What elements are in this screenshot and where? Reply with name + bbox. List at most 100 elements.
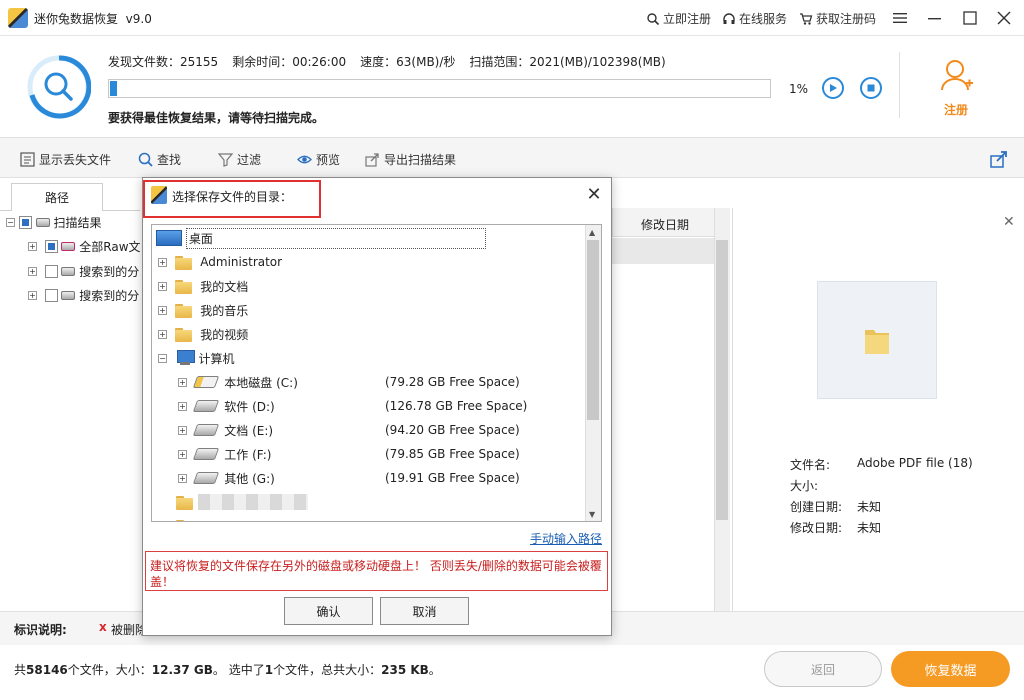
expand-icon[interactable]: +	[28, 241, 37, 251]
menu-icon	[893, 13, 907, 23]
hard-drive-icon	[192, 472, 219, 484]
cancel-button[interactable]: 取消	[380, 597, 469, 625]
meta-created-label: 创建日期:	[790, 500, 843, 514]
hard-drive-icon	[192, 448, 219, 460]
register-label[interactable]: 注册	[944, 101, 968, 118]
tree-checkbox[interactable]	[44, 239, 58, 253]
collapse-icon[interactable]: −	[6, 217, 15, 227]
user-add-icon[interactable]	[940, 58, 974, 92]
search-button[interactable]: 查找	[138, 151, 181, 168]
close-icon	[997, 11, 1011, 25]
app-logo-icon	[8, 8, 28, 28]
tree-item-partition-2[interactable]: + 搜索到的分	[28, 284, 139, 306]
time-left: 剩余时间：00:26:00	[232, 55, 347, 69]
collapse-icon[interactable]: −	[158, 353, 167, 363]
music-folder-icon	[174, 302, 193, 318]
tree-item-scan-results[interactable]: − 扫描结果	[6, 211, 102, 233]
cart-icon	[800, 12, 813, 25]
tree-item-my-documents[interactable]: + 我的文档	[158, 275, 248, 297]
register-link[interactable]: 立即注册	[646, 10, 711, 27]
online-service-link[interactable]: 在线服务	[722, 10, 787, 27]
preview-button[interactable]: 预览	[297, 151, 340, 168]
expand-icon[interactable]: +	[28, 266, 37, 276]
expand-icon[interactable]: +	[178, 401, 187, 411]
tree-item-my-videos[interactable]: + 我的视频	[158, 323, 248, 345]
column-modified-date[interactable]: 修改日期	[641, 216, 689, 233]
header-divider	[899, 52, 900, 118]
files-found: 发现文件数：25155	[108, 55, 219, 69]
get-code-link[interactable]: 获取注册码	[799, 10, 876, 27]
recover-data-button[interactable]: 恢复数据	[891, 651, 1010, 687]
share-icon[interactable]	[990, 150, 1008, 168]
app-version: v9.0	[125, 12, 152, 26]
tab-path[interactable]: 路径	[11, 183, 103, 211]
scan-range: 扫描范围：2021(MB)/102398(MB)	[469, 55, 666, 69]
resume-button[interactable]	[822, 77, 844, 99]
show-lost-files-button[interactable]: 显示丢失文件	[20, 151, 111, 168]
manual-path-link[interactable]: 手动输入路径	[530, 530, 602, 547]
search-icon	[138, 152, 153, 167]
user-folder-icon	[174, 254, 193, 270]
preview-panel	[732, 208, 1024, 611]
minimize-button[interactable]	[922, 6, 948, 30]
filter-button[interactable]: 过滤	[218, 151, 261, 168]
folder-tree-scroll-thumb[interactable]	[587, 240, 599, 420]
blurred-folder-name	[197, 494, 308, 510]
expand-icon[interactable]: +	[158, 257, 167, 267]
tree-item-administrator[interactable]: + Administrator	[158, 251, 282, 273]
drive-icon	[61, 266, 76, 276]
expand-icon[interactable]: +	[178, 473, 187, 483]
maximize-button[interactable]	[957, 6, 983, 30]
tree-item-drive-d[interactable]: + 软件 (D:) (126.78 GB Free Space)	[178, 395, 598, 417]
scroll-down-icon[interactable]: ▼	[589, 510, 595, 519]
preview-close-icon[interactable]: ✕	[1003, 214, 1015, 230]
export-icon	[365, 153, 379, 167]
app-name: 迷你兔数据恢复	[34, 12, 119, 26]
expand-icon[interactable]: +	[178, 377, 187, 387]
list-icon	[20, 152, 35, 167]
export-results-button[interactable]: 导出扫描结果	[365, 151, 456, 168]
expand-icon[interactable]: +	[158, 281, 167, 291]
tree-item-computer[interactable]: − 计算机	[158, 347, 234, 369]
tree-checkbox[interactable]	[44, 264, 58, 278]
preview-thumbnail	[817, 281, 937, 399]
headset-icon	[723, 12, 735, 24]
drive-d-free-space: (126.78 GB Free Space)	[385, 399, 528, 413]
expand-icon[interactable]: +	[178, 449, 187, 459]
tree-item-drive-e[interactable]: + 文档 (E:) (94.20 GB Free Space)	[178, 419, 598, 441]
menu-button[interactable]	[887, 6, 913, 30]
tree-item-drive-f[interactable]: + 工作 (F:) (79.85 GB Free Space)	[178, 443, 598, 465]
meta-filename-label: 文件名:	[790, 458, 831, 472]
tree-item-obscured[interactable]	[176, 491, 308, 513]
tree-item-desktop[interactable]: 桌面	[156, 227, 486, 249]
scan-progress-bar	[108, 79, 771, 98]
expand-icon[interactable]: +	[28, 290, 37, 300]
hard-drive-icon	[192, 400, 219, 412]
folder-tree: 桌面 + Administrator + 我的文档 + 我的音乐 + 我的视频 …	[151, 224, 602, 522]
meta-filename: Adobe PDF file (18)	[857, 456, 973, 470]
expand-icon[interactable]: +	[158, 305, 167, 315]
meta-size-label: 大小:	[790, 479, 819, 493]
scan-tip: 要获得最佳恢复结果，请等待扫描完成。	[108, 111, 325, 125]
app-title: 迷你兔数据恢复 v9.0	[34, 10, 152, 27]
tree-checkbox[interactable]	[18, 215, 32, 229]
tree-checkbox[interactable]	[44, 288, 58, 302]
expand-icon[interactable]: +	[158, 329, 167, 339]
tree-item-partial[interactable]	[176, 515, 194, 521]
scroll-up-icon[interactable]: ▲	[589, 228, 595, 237]
expand-icon[interactable]: +	[178, 425, 187, 435]
scan-progress-fill	[110, 81, 117, 96]
tree-item-drive-g[interactable]: + 其他 (G:) (19.91 GB Free Space)	[178, 467, 598, 489]
confirm-button[interactable]: 确认	[284, 597, 373, 625]
tree-item-raw[interactable]: + 全部Raw文	[28, 235, 141, 257]
stop-button[interactable]	[860, 77, 882, 99]
tree-item-partition-1[interactable]: + 搜索到的分	[28, 260, 139, 282]
dialog-close-icon[interactable]: ✕	[584, 184, 604, 205]
selected-row[interactable]	[612, 238, 714, 264]
tree-item-drive-c[interactable]: + 本地磁盘 (C:) (79.28 GB Free Space)	[178, 371, 598, 393]
close-window-button[interactable]	[991, 6, 1017, 30]
system-drive-icon	[192, 376, 219, 388]
back-button[interactable]: 返回	[764, 651, 882, 687]
file-list-scroll-thumb[interactable]	[716, 240, 728, 520]
tree-item-my-music[interactable]: + 我的音乐	[158, 299, 248, 321]
